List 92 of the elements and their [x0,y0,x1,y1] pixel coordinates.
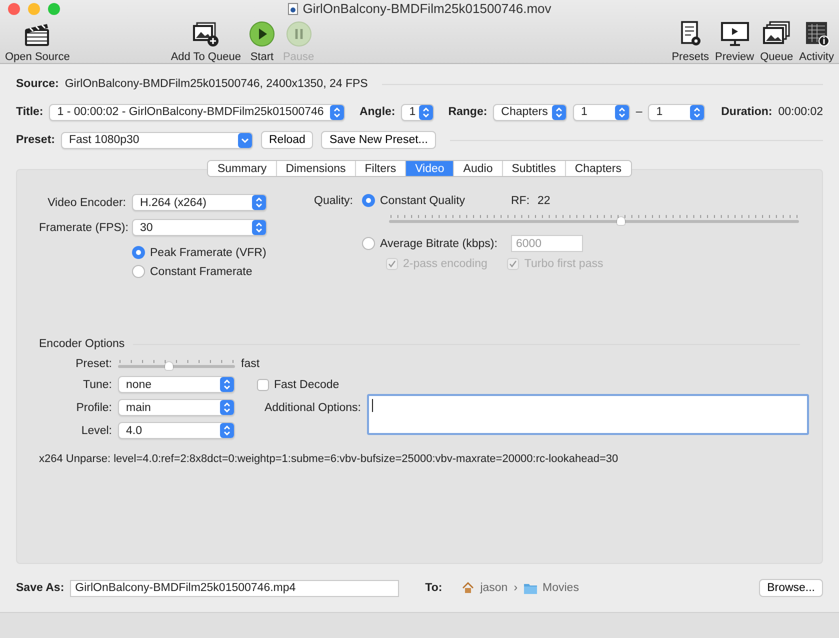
field-label: Tune: [82,378,112,390]
quality-slider[interactable] [389,213,799,225]
preset-select[interactable]: Fast 1080p30 [61,132,253,148]
duration-label: Duration: [721,106,772,118]
tab[interactable]: Chapters [564,161,630,176]
stepper-icon [690,104,704,120]
pause-icon [284,20,314,48]
framerate-select[interactable]: 30 [132,219,267,236]
zoom-icon[interactable] [48,2,60,14]
level-select[interactable]: 4.0 [118,422,235,439]
radio-label: Constant Framerate [150,266,252,278]
section-heading: Encoder Options [39,338,125,350]
stepper-icon [614,104,629,120]
close-icon[interactable] [8,2,20,14]
toolbar-button[interactable]: Start [244,20,280,63]
slider-thumb[interactable] [165,362,174,370]
radio-label: Peak Framerate (VFR) [150,246,266,258]
stepper-icon [220,423,234,438]
checkmark-icon [509,260,518,268]
slider-thumb[interactable] [616,217,625,225]
preset-button[interactable]: Reload [261,131,314,149]
checkmark-icon [388,260,396,268]
source-info: GirlOnBalcony-BMDFilm25k01500746, 2400x1350, 24 FPS [64,78,368,90]
stepper-icon [552,104,566,120]
preset-slider[interactable] [118,358,235,370]
radio-button[interactable] [132,265,145,278]
encoder-select[interactable]: H.264 (x264) [132,194,267,211]
tab[interactable]: Video [405,161,454,176]
angle-label: Angle: [359,106,396,118]
play-icon [246,20,277,48]
window-title: GirlOnBalcony-BMDFilm25k01500746.mov [302,1,552,16]
field-label: Profile: [75,402,112,414]
chapter-start-select[interactable]: 1 [572,104,630,120]
preset-speed: fast [241,358,261,370]
additional-options-field[interactable] [367,394,809,435]
preset-button[interactable]: Save New Preset... [321,131,436,149]
toolbar-button[interactable]: Preview [712,20,758,63]
browse-button[interactable]: Browse... [759,579,823,597]
chapter-end-select[interactable]: 1 [648,104,706,120]
field-label: Video Encoder: [46,196,126,208]
minimize-icon[interactable] [28,2,40,14]
rf-label: RF: [511,194,530,206]
field-label: Level: [80,424,112,436]
toolbar-button[interactable]: Open Source [2,20,73,63]
unparse-text: x264 Unparse: level=4.0:ref=2:8x8dct=0:weightp=1:subme=6:vbv-bufsize=25000:vbv-maxrate=20000:rc-lookahead=30 [39,453,620,465]
toolbar-button[interactable]: Queue [757,20,796,63]
radio-button[interactable] [362,194,375,207]
angle-select[interactable]: 1 [401,104,434,120]
field-label: Additional Options: [263,402,361,414]
quality-label: Quality: [313,194,353,206]
toolbar-button[interactable]: Presets [668,20,712,63]
stepper-icon [220,400,234,415]
checkbox[interactable] [257,378,269,390]
path-item[interactable]: Movies [542,582,579,594]
monitor-play-icon [720,20,750,48]
save-as-label: Save As: [16,582,64,594]
checkbox-label: Fast Decode [274,378,340,390]
source-label: Source: [16,78,59,90]
radio-button[interactable] [362,237,375,250]
checkbox-label: Turbo first pass [524,258,604,270]
title-label: Title: [16,106,44,118]
stepper-icon [252,220,266,235]
duration-value: 00:00:02 [778,106,823,118]
toolbar-button[interactable]: Add To Queue [168,20,244,63]
chevron-icon [238,132,252,148]
range-label: Range: [448,106,488,118]
path-item[interactable]: jason [480,582,508,594]
house-icon [462,582,474,594]
folder-icon [524,582,537,594]
toolbar-button[interactable]: Activity [796,20,837,63]
filename-field[interactable]: GirlOnBalcony-BMDFilm25k01500746.mp4 [70,580,400,596]
rf-value: 22 [538,194,550,206]
field-label: Preset: [74,358,112,370]
radio-label: Constant Quality [380,194,466,206]
stepper-icon [419,104,434,120]
photo-plus-icon [190,20,221,48]
field-label: Framerate (FPS): [39,222,126,234]
title-select[interactable]: 1 - 00:00:02 - GirlOnBalcony-BMDFilm25k01500746 [49,104,346,120]
range-select[interactable]: Chapters [493,104,567,120]
radio-label: Average Bitrate (kbps): [380,238,498,250]
path-separator: › [514,582,518,594]
stepper-icon [220,377,234,392]
file-icon [288,2,298,14]
profile-select[interactable]: main [118,399,235,416]
range-separator: – [636,106,642,118]
destination-label: To: [425,582,442,594]
tune-select[interactable]: none [118,376,235,393]
checkbox-label: 2-pass encoding [403,258,488,270]
stepper-icon [252,195,266,210]
stepper-icon [330,104,344,120]
radio-button[interactable] [132,246,145,259]
preset-label: Preset: [16,134,55,146]
